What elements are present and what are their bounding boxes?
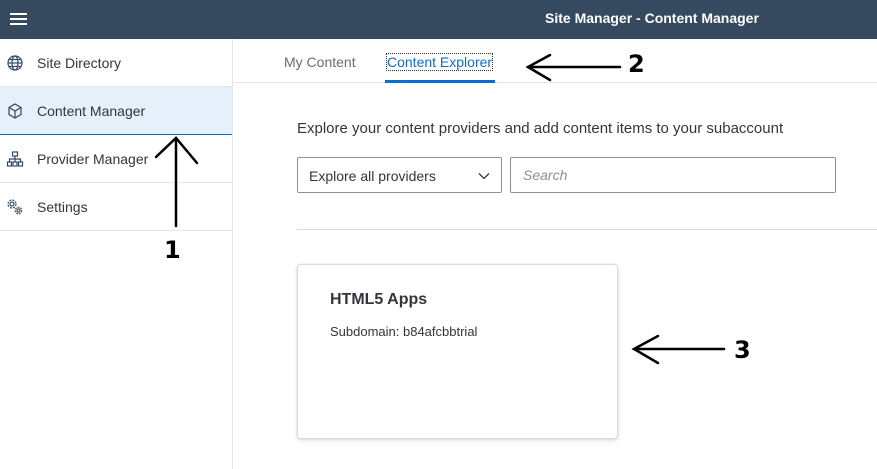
page-description: Explore your content providers and add c… <box>297 120 784 137</box>
tab-selected-indicator <box>385 80 495 83</box>
sidebar-item-site-directory[interactable]: Site Directory <box>0 39 232 87</box>
annotation-number-2: 2 <box>628 50 645 78</box>
annotation-number-3: 3 <box>734 336 751 364</box>
sidebar-item-label: Settings <box>37 199 88 215</box>
sidebar-item-label: Content Manager <box>37 103 146 119</box>
sidebar-item-label: Provider Manager <box>37 151 149 167</box>
provider-select-value: Explore all providers <box>309 168 436 184</box>
sidebar: Site Directory Content Manager Provider … <box>0 39 233 469</box>
gears-icon <box>6 198 24 216</box>
tab-content-explorer[interactable]: Content Explorer <box>385 53 494 71</box>
search-input[interactable] <box>510 157 836 193</box>
tab-bar: My Content Content Explorer <box>234 39 877 83</box>
provider-select[interactable]: Explore all providers <box>297 157 502 193</box>
globe-icon <box>6 54 24 72</box>
tile-subdomain: Subdomain: b84afcbbtrial <box>330 324 478 339</box>
tab-my-content[interactable]: My Content <box>284 54 356 70</box>
sidebar-item-provider-manager[interactable]: Provider Manager <box>0 135 232 183</box>
shell-bar: Site Manager - Content Manager <box>0 0 877 39</box>
chevron-down-icon <box>477 169 491 183</box>
hierarchy-icon <box>6 150 24 168</box>
sidebar-item-label: Site Directory <box>37 55 122 71</box>
sidebar-item-settings[interactable]: Settings <box>0 183 232 231</box>
section-divider <box>297 229 877 230</box>
shell-title: Site Manager - Content Manager <box>545 10 759 26</box>
cube-icon <box>6 102 24 120</box>
content-tile-html5-apps[interactable]: HTML5 Apps Subdomain: b84afcbbtrial <box>297 264 618 439</box>
annotation-number-1: 1 <box>164 236 181 264</box>
tile-title: HTML5 Apps <box>330 291 428 308</box>
shell-title-container: Site Manager - Content Manager <box>0 0 877 39</box>
sidebar-item-content-manager[interactable]: Content Manager <box>0 87 232 135</box>
